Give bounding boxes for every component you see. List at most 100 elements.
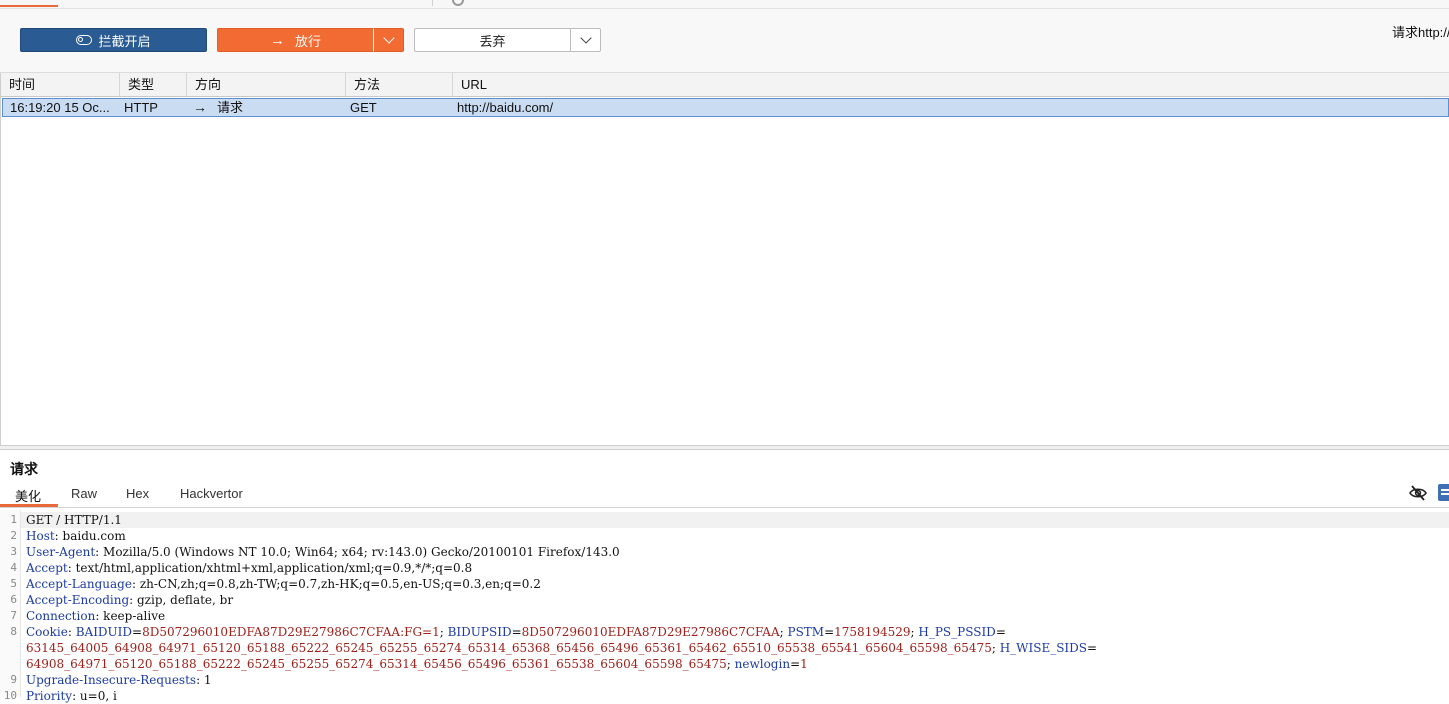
editor-line: Accept-Language: zh-CN,zh;q=0.8,zh-TW;q=…	[26, 576, 541, 592]
editor-token: =	[790, 657, 801, 671]
line-number	[0, 640, 17, 656]
arrow-right-icon: →	[193, 99, 207, 115]
column-header-method[interactable]: 方法	[346, 73, 453, 96]
toggle-icon	[76, 35, 93, 45]
editor-token: 1758194529	[834, 625, 911, 639]
hide-eye-icon[interactable]	[1409, 485, 1427, 501]
editor-line: Accept-Encoding: gzip, deflate, br	[26, 592, 233, 608]
request-panel-title: 请求	[10, 461, 38, 477]
request-editor[interactable]: 1 GET / HTTP/1.1 2 Host: baidu.com 3 User-Age…	[0, 510, 1449, 703]
settings-gear-icon[interactable]	[452, 0, 464, 6]
chevron-down-icon	[579, 32, 592, 44]
editor-line: 63145_64005_64908_64971_65120_65188_6522…	[26, 640, 1097, 656]
editor-token: =	[995, 625, 1006, 639]
editor-token: GET / HTTP/1.1	[26, 513, 122, 527]
editor-token: : zh-CN,zh;q=0.8,zh-TW;q=0.7,zh-HK;q=0.5…	[131, 577, 541, 591]
table-header: 时间 类型 方向 方法 URL	[1, 73, 1449, 97]
line-number: 2	[10, 529, 17, 542]
editor-token: User-Agent	[26, 545, 96, 559]
editor-token: =	[511, 625, 522, 639]
pane-splitter[interactable]	[0, 445, 1449, 450]
column-header-url[interactable]: URL	[453, 73, 1449, 96]
editor-token: ;	[779, 625, 788, 639]
cell-url: http://baidu.com/	[457, 100, 554, 115]
editor-token: : text/html,application/xhtml+xml,applic…	[67, 561, 473, 575]
forward-label: 放行	[294, 33, 321, 49]
forward-button[interactable]: → 放行	[217, 28, 374, 52]
editor-token: Accept	[26, 561, 68, 575]
editor-line: Host: baidu.com	[26, 528, 126, 544]
line-number: 7	[10, 609, 17, 622]
column-header-type[interactable]: 类型	[120, 73, 187, 96]
line-number: 4	[10, 561, 17, 574]
editor-token: Priority	[26, 689, 73, 703]
editor-line: 64908_64971_65120_65188_65222_65245_6525…	[26, 656, 808, 672]
editor-token: Host	[26, 529, 55, 543]
editor-token: =	[824, 625, 835, 639]
line-number: 8	[10, 625, 17, 638]
top-tab-strip	[0, 0, 1449, 9]
editor-line: Accept: text/html,application/xhtml+xml,…	[26, 560, 472, 576]
editor-token: PSTM	[787, 625, 825, 639]
forward-options-button[interactable]	[373, 28, 404, 52]
table-row[interactable]: 16:19:20 15 Oc... HTTP → 请求 GET http://b…	[2, 98, 1449, 117]
line-number: 10	[3, 689, 17, 702]
intercept-label: 拦截开启	[98, 33, 151, 49]
cell-type: HTTP	[124, 100, 158, 115]
editor-line: GET / HTTP/1.1	[21, 512, 1449, 528]
editor-line: Connection: keep-alive	[26, 608, 165, 624]
editor-token: =	[1087, 641, 1098, 655]
active-tab-indicator	[0, 5, 58, 7]
editor-token: 1	[800, 657, 808, 671]
cell-method: GET	[350, 100, 377, 115]
drop-options-button[interactable]	[570, 28, 601, 52]
editor-token: : 1	[196, 673, 212, 687]
line-number: 5	[10, 577, 17, 590]
editor-token: BAIDUID	[75, 625, 133, 639]
editor-line: User-Agent: Mozilla/5.0 (Windows NT 10.0…	[26, 544, 620, 560]
editor-token: : keep-alive	[95, 609, 166, 623]
tab-hex[interactable]: Hex	[126, 486, 149, 501]
editor-token: Connection	[26, 609, 96, 623]
editor-token: newlogin	[734, 657, 791, 671]
tab-divider	[432, 0, 433, 6]
line-number: 3	[10, 545, 17, 558]
editor-token: Accept-Encoding	[26, 593, 130, 607]
editor-token: :	[67, 625, 76, 639]
line-number: 9	[10, 673, 17, 686]
tab-raw[interactable]: Raw	[71, 486, 97, 501]
request-target-label: 请求http://	[1392, 25, 1449, 40]
editor-token: 63145_64005_64908_64971_65120_65188_6522…	[26, 641, 992, 655]
tab-pretty[interactable]: 美化	[15, 486, 41, 505]
editor-token: Upgrade-Insecure-Requests	[26, 673, 197, 687]
line-number: 1	[10, 513, 17, 526]
word-wrap-icon[interactable]	[1438, 484, 1449, 501]
cell-time: 16:19:20 15 Oc...	[10, 100, 110, 115]
editor-token: Cookie	[26, 625, 68, 639]
editor-token: 8D507296010EDFA87D29E27986C7CFAA	[521, 625, 780, 639]
intercept-toolbar: 拦截开启 → 放行 丢弃	[0, 9, 1449, 73]
editor-token: ;	[991, 641, 1000, 655]
editor-token: 64908_64971_65120_65188_65222_65245_6525…	[26, 657, 727, 671]
editor-token: : baidu.com	[54, 529, 126, 543]
active-tab-underline	[0, 504, 58, 507]
request-view-tabs: 美化 Raw Hex Hackvertor	[0, 482, 1449, 508]
intercept-toggle-button[interactable]: 拦截开启	[20, 28, 207, 52]
chevron-down-icon	[382, 32, 395, 44]
editor-token: : gzip, deflate, br	[129, 593, 234, 607]
editor-line: Upgrade-Insecure-Requests: 1	[26, 672, 212, 688]
drop-label: 丢弃	[479, 33, 506, 49]
editor-line: Cookie: BAIDUID=8D507296010EDFA87D29E279…	[26, 624, 1006, 640]
cell-direction: 请求	[217, 100, 244, 115]
editor-line: Priority: u=0, i	[26, 688, 117, 704]
intercept-queue-table: 时间 类型 方向 方法 URL 16:19:20 15 Oc... HTTP →…	[0, 73, 1449, 445]
column-header-time[interactable]: 时间	[1, 73, 120, 96]
editor-token: Accept-Language	[26, 577, 132, 591]
editor-token: : Mozilla/5.0 (Windows NT 10.0; Win64; x…	[95, 545, 620, 559]
line-number: 6	[10, 593, 17, 606]
editor-token: H_WISE_SIDS	[999, 641, 1088, 655]
tab-hackvertor[interactable]: Hackvertor	[180, 486, 243, 501]
column-header-direction[interactable]: 方向	[187, 73, 346, 96]
editor-token: : u=0, i	[72, 689, 117, 703]
drop-button[interactable]: 丢弃	[414, 28, 571, 52]
